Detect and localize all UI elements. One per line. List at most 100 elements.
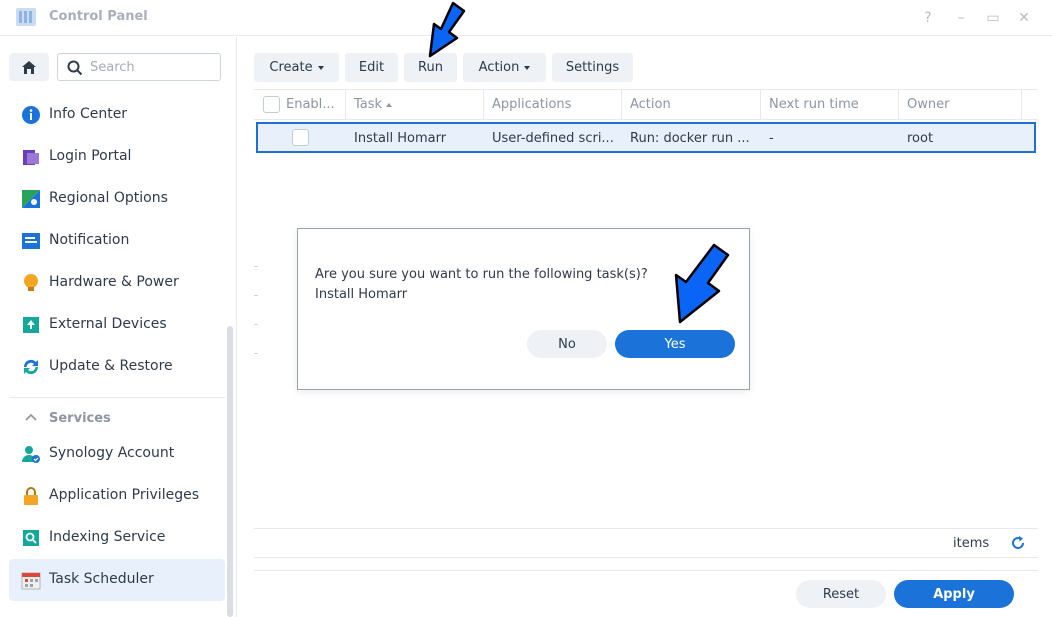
column-owner[interactable]: Owner <box>899 90 1022 119</box>
search-box[interactable] <box>57 53 221 81</box>
edit-button-label: Edit <box>358 60 385 75</box>
update-restore-icon <box>23 359 39 375</box>
dialog-message: Are you sure you want to run the followi… <box>315 265 648 305</box>
footer-divider <box>254 528 1038 529</box>
search-icon <box>67 60 83 76</box>
hardware-power-icon <box>24 274 38 291</box>
sidebar-item-label: External Devices <box>49 316 167 332</box>
external-devices-icon <box>23 317 39 333</box>
info-icon <box>22 106 40 124</box>
column-action[interactable]: Action <box>622 90 761 119</box>
caret-down-icon <box>524 65 531 70</box>
sidebar-item-notification[interactable]: Notification <box>9 220 225 262</box>
sidebar-item-label: Indexing Service <box>49 529 166 545</box>
sidebar-item-label: Update & Restore <box>49 358 173 374</box>
sidebar-item-indexing-service[interactable]: Indexing Service <box>9 517 225 559</box>
sidebar-item-application-privileges[interactable]: Application Privileges <box>9 475 225 517</box>
sidebar-item-label: Task Scheduler <box>49 571 154 587</box>
window-title: Control Panel <box>49 9 148 24</box>
annotation-arrow-icon <box>674 243 730 324</box>
select-all-checkbox[interactable] <box>263 96 280 113</box>
create-button[interactable]: Create <box>254 53 339 82</box>
apply-button[interactable]: Apply <box>894 580 1014 608</box>
sidebar-section-services[interactable]: Services <box>9 409 225 431</box>
sidebar-item-regional-options[interactable]: Regional Options <box>9 178 225 220</box>
dialog-question: Are you sure you want to run the followi… <box>315 267 648 282</box>
yes-button[interactable]: Yes <box>615 330 735 358</box>
chevron-up-icon <box>25 413 37 421</box>
yes-button-label: Yes <box>664 336 686 352</box>
no-button-label: No <box>558 336 576 352</box>
reset-button-label: Reset <box>822 586 860 602</box>
action-button[interactable]: Action <box>463 53 546 82</box>
home-icon <box>22 60 36 74</box>
footer-divider <box>254 557 1038 558</box>
background-mark <box>254 295 258 296</box>
column-label: Task <box>354 97 383 112</box>
title-bar: Control Panel ? – ▭ ✕ <box>0 0 1052 36</box>
synology-account-icon <box>22 446 40 463</box>
sidebar-scrollbar[interactable] <box>227 326 233 617</box>
sidebar-item-label: Application Privileges <box>49 487 199 503</box>
indexing-icon <box>23 530 39 546</box>
apply-button-label: Apply <box>933 586 975 602</box>
column-label: Owner <box>907 97 950 112</box>
sidebar-item-synology-account[interactable]: Synology Account <box>9 433 225 475</box>
refresh-icon[interactable] <box>1010 535 1026 551</box>
items-count-label: items <box>953 536 990 551</box>
sidebar-item-label: Notification <box>49 232 130 248</box>
column-enabled[interactable]: Enabl... <box>254 90 346 119</box>
sidebar-divider <box>9 397 225 398</box>
home-button[interactable] <box>9 53 49 81</box>
no-button[interactable]: No <box>527 330 607 358</box>
sidebar-item-hardware-power[interactable]: Hardware & Power <box>9 262 225 304</box>
minimize-icon[interactable]: – <box>951 8 971 28</box>
sidebar-item-task-scheduler[interactable]: Task Scheduler <box>9 559 225 601</box>
help-icon[interactable]: ? <box>918 8 938 28</box>
column-task[interactable]: Task <box>346 90 484 119</box>
sidebar-item-label: Regional Options <box>49 190 168 206</box>
reset-button[interactable]: Reset <box>796 580 886 608</box>
sidebar-item-label: Login Portal <box>49 148 132 164</box>
regional-options-icon <box>22 190 40 208</box>
owner-cell: root <box>907 131 934 146</box>
settings-button[interactable]: Settings <box>552 53 633 82</box>
sidebar-item-external-devices[interactable]: External Devices <box>9 304 225 346</box>
footer-divider <box>254 570 1038 571</box>
settings-button-label: Settings <box>565 60 620 75</box>
section-label: Services <box>49 411 111 426</box>
run-button-label: Run <box>418 60 443 75</box>
background-mark <box>254 266 258 267</box>
sidebar: Info Center Login Portal Regional Option… <box>0 37 237 617</box>
edit-button[interactable]: Edit <box>345 53 398 82</box>
dialog-task-name: Install Homarr <box>315 287 408 302</box>
annotation-arrow-icon <box>428 1 466 58</box>
sidebar-item-update-restore[interactable]: Update & Restore <box>9 346 225 388</box>
close-icon[interactable]: ✕ <box>1014 8 1034 28</box>
row-enabled-checkbox[interactable] <box>292 129 309 146</box>
action-cell: Run: docker run ... <box>630 131 750 146</box>
column-label: Enabl... <box>286 97 335 112</box>
column-applications[interactable]: Applications <box>484 90 622 119</box>
maximize-icon[interactable]: ▭ <box>983 8 1003 28</box>
control-panel-app-icon <box>16 8 36 26</box>
action-button-label: Action <box>478 60 520 75</box>
create-button-label: Create <box>269 60 313 75</box>
background-mark <box>254 324 258 325</box>
sidebar-item-label: Synology Account <box>49 445 175 461</box>
lock-icon <box>24 487 38 505</box>
caret-down-icon <box>317 65 324 70</box>
column-label: Next run time <box>769 97 859 112</box>
next-run-time-cell: - <box>769 131 774 146</box>
applications-cell: User-defined scri... <box>492 131 614 146</box>
sidebar-item-label: Hardware & Power <box>49 274 179 290</box>
table-row[interactable]: Install Homarr User-defined scri... Run:… <box>256 122 1036 153</box>
search-input[interactable] <box>90 58 210 76</box>
sort-ascending-icon <box>386 102 393 107</box>
task-name-cell: Install Homarr <box>354 131 447 146</box>
column-next-run-time[interactable]: Next run time <box>761 90 899 119</box>
sidebar-item-info-center[interactable]: Info Center <box>9 94 225 136</box>
column-label: Action <box>630 97 671 112</box>
sidebar-item-login-portal[interactable]: Login Portal <box>9 136 225 178</box>
table-header: Enabl... Task Applications Action Next r… <box>254 89 1038 120</box>
